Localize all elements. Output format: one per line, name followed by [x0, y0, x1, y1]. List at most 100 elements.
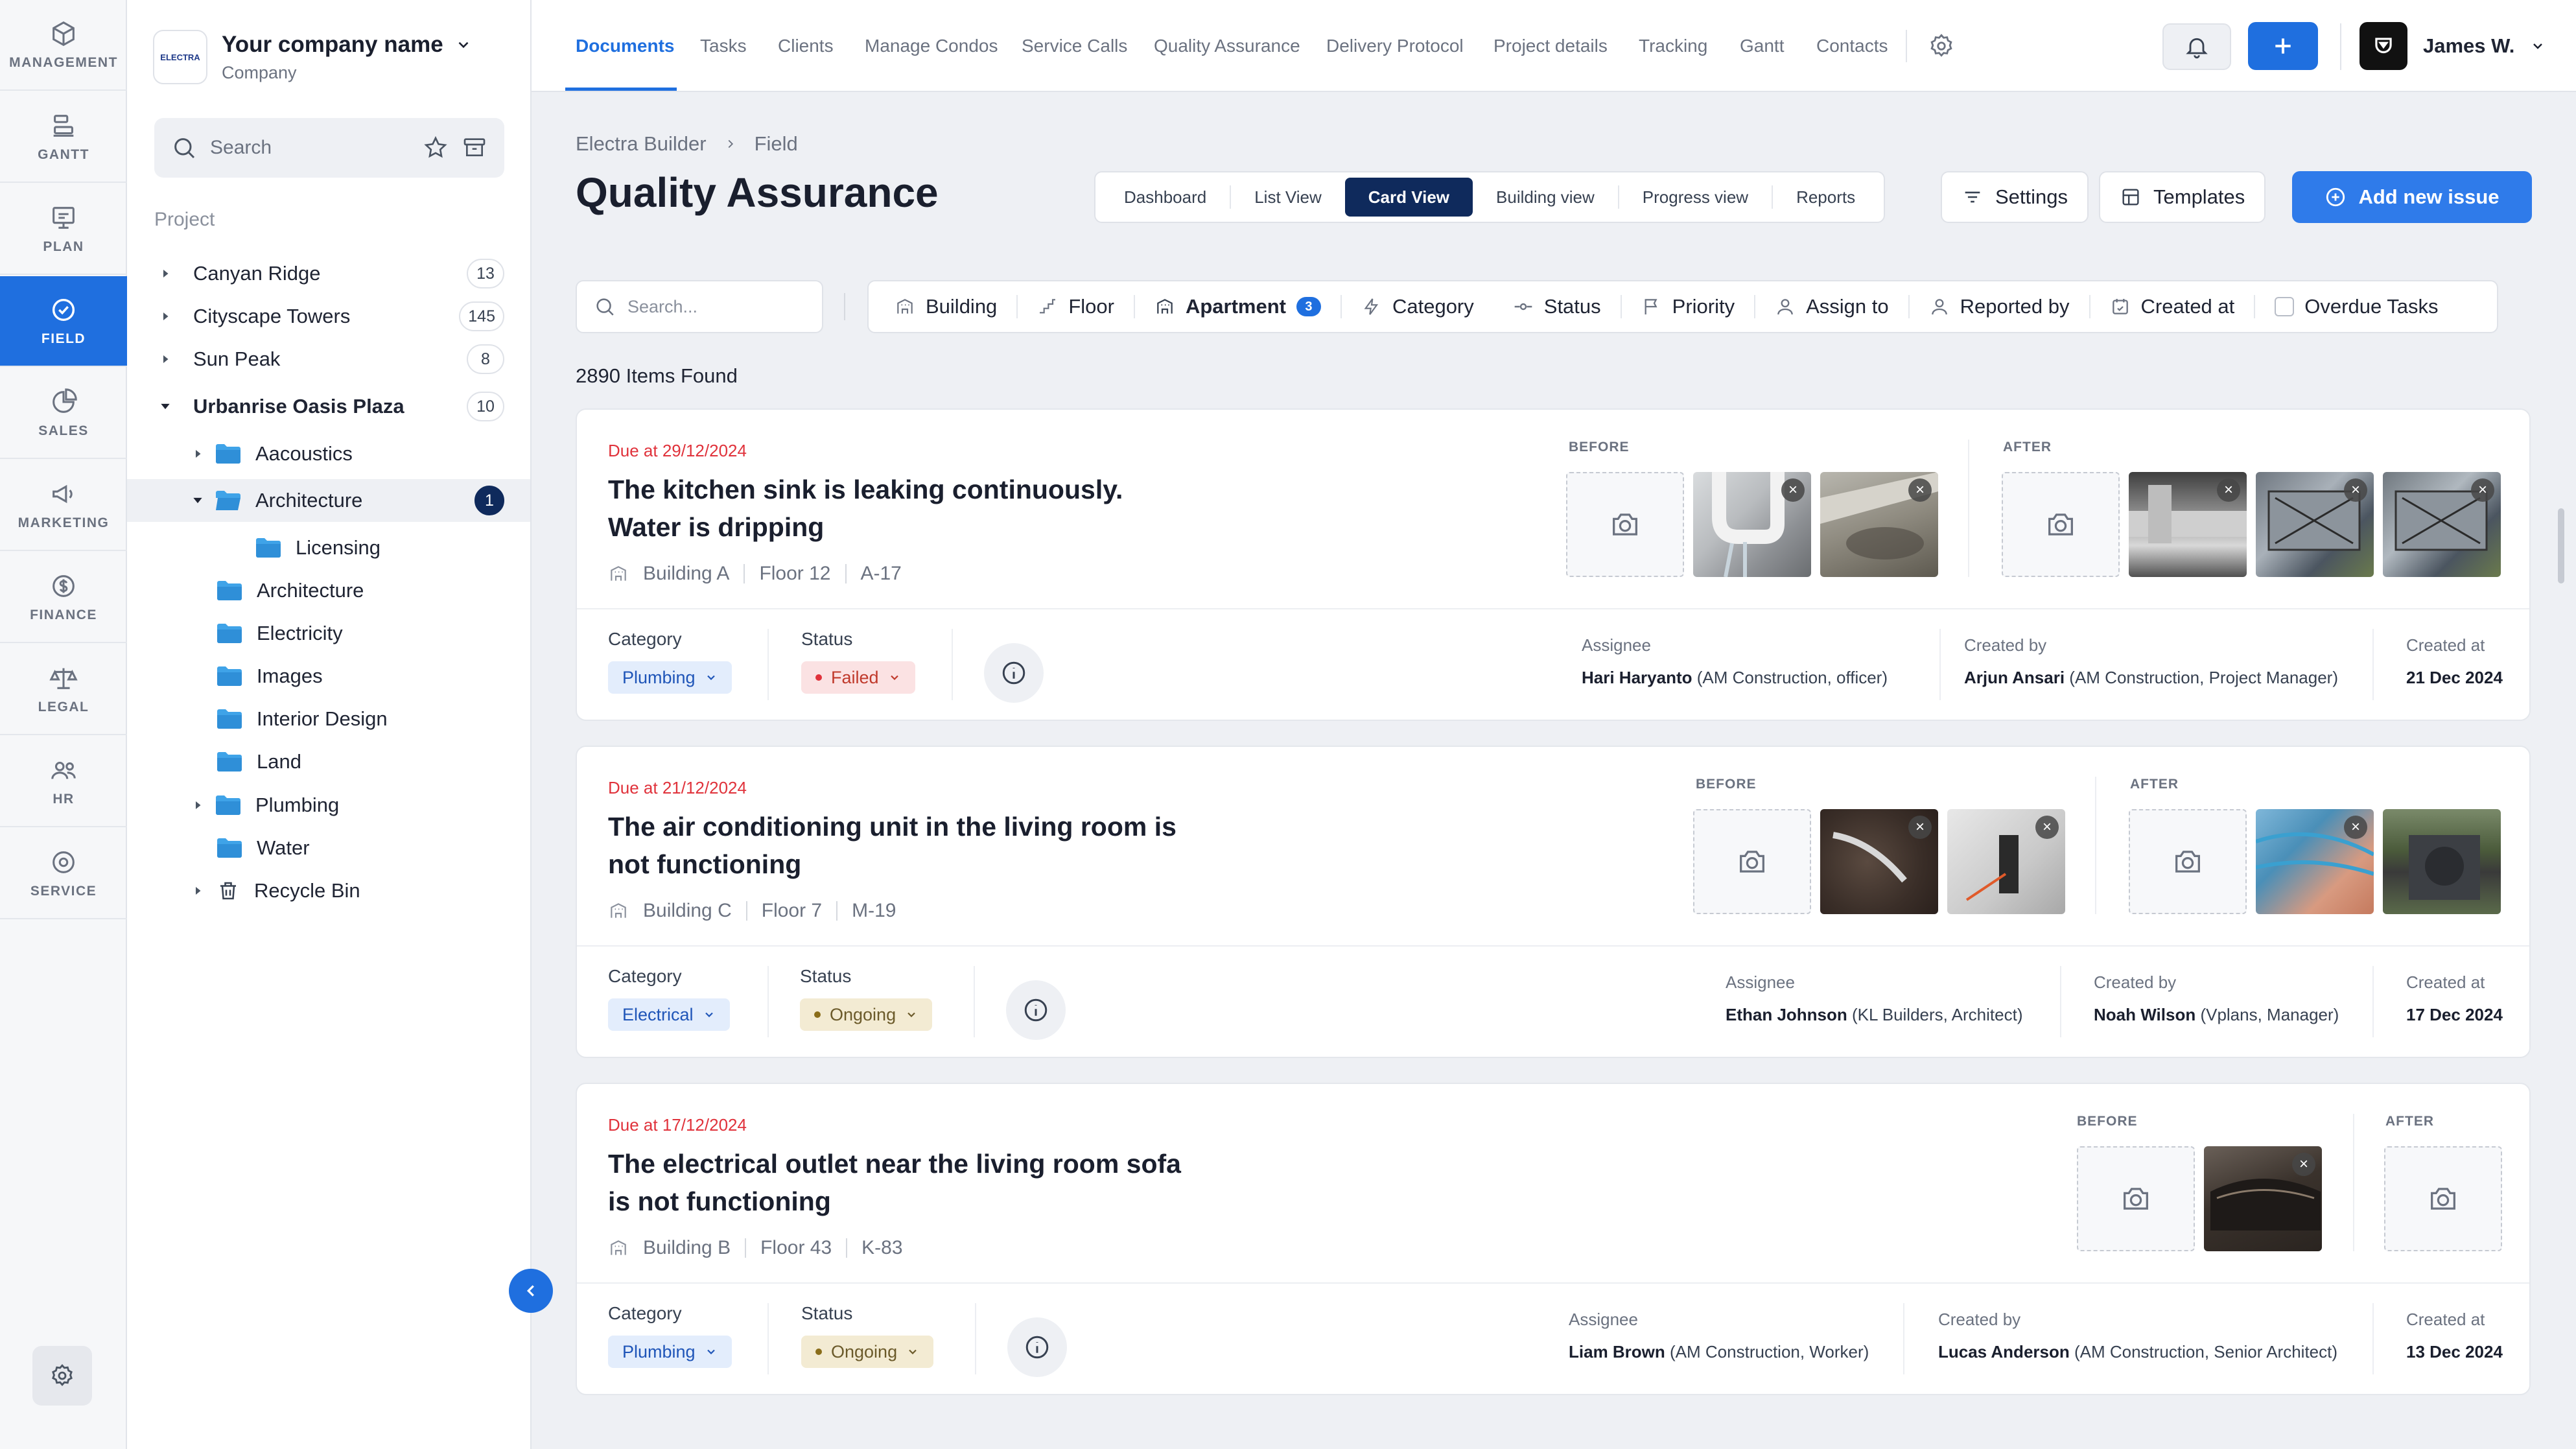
photo-thumbnail[interactable]: ×: [1693, 472, 1811, 577]
remove-photo-icon[interactable]: ×: [1781, 478, 1805, 502]
issue-title[interactable]: The air conditioning unit in the living …: [608, 808, 1191, 883]
photo-thumbnail[interactable]: [2383, 809, 2501, 914]
view-dashboard[interactable]: Dashboard: [1101, 178, 1230, 217]
add-photo-button[interactable]: [2129, 809, 2247, 914]
filter-apartment[interactable]: Apartment 3: [1135, 287, 1341, 326]
issue-search-input[interactable]: Search...: [576, 280, 823, 333]
issue-title[interactable]: The kitchen sink is leaking continuously…: [608, 471, 1191, 546]
folder-item[interactable]: Architecture: [127, 569, 530, 612]
notifications-button[interactable]: [2162, 23, 2231, 70]
tab-delivery-protocol[interactable]: Delivery Protocol: [1326, 0, 1464, 92]
remove-photo-icon[interactable]: ×: [2035, 816, 2059, 839]
issue-card[interactable]: Due at 21/12/2024 The air conditioning u…: [576, 746, 2531, 1058]
view-building[interactable]: Building view: [1473, 178, 1618, 217]
tab-documents[interactable]: Documents: [576, 0, 674, 92]
category-dropdown[interactable]: Plumbing: [608, 661, 732, 694]
user-menu[interactable]: James W.: [2359, 22, 2546, 70]
filter-reported-by[interactable]: Reported by: [1910, 287, 2089, 326]
recycle-bin-item[interactable]: Recycle Bin: [127, 869, 530, 912]
breadcrumb-item[interactable]: Electra Builder: [576, 132, 707, 156]
filter-created-at[interactable]: Created at: [2090, 287, 2254, 326]
info-button[interactable]: [1006, 980, 1066, 1040]
remove-photo-icon[interactable]: ×: [2471, 478, 2494, 502]
folder-item[interactable]: Electricity: [127, 612, 530, 655]
tab-quality-assurance[interactable]: Quality Assurance: [1154, 0, 1300, 92]
tab-tracking[interactable]: Tracking: [1639, 0, 1707, 92]
filter-assign-to[interactable]: Assign to: [1755, 287, 1908, 326]
photo-thumbnail[interactable]: ×: [2129, 472, 2247, 577]
add-photo-button[interactable]: [1566, 472, 1684, 577]
issue-title[interactable]: The electrical outlet near the living ro…: [608, 1145, 1191, 1220]
info-button[interactable]: [984, 643, 1044, 703]
filter-status[interactable]: Status: [1493, 287, 1621, 326]
tab-contacts[interactable]: Contacts: [1816, 0, 1888, 92]
add-photo-button[interactable]: [2077, 1146, 2195, 1251]
info-button[interactable]: [1007, 1317, 1067, 1377]
tab-tasks[interactable]: Tasks: [700, 0, 747, 92]
issue-card[interactable]: Due at 17/12/2024 The electrical outlet …: [576, 1083, 2531, 1395]
rail-item-sales[interactable]: SALES: [0, 368, 127, 459]
rail-item-marketing[interactable]: MARKETING: [0, 460, 127, 551]
remove-photo-icon[interactable]: ×: [2217, 478, 2240, 502]
rail-item-legal[interactable]: LEGAL: [0, 644, 127, 735]
view-list[interactable]: List View: [1231, 178, 1345, 217]
category-dropdown[interactable]: Plumbing: [608, 1336, 732, 1368]
project-item[interactable]: Cityscape Towers 145: [127, 295, 530, 338]
tab-gantt[interactable]: Gantt: [1740, 0, 1784, 92]
photo-thumbnail[interactable]: ×: [1820, 809, 1938, 914]
folder-item[interactable]: Land: [127, 740, 530, 783]
rail-settings-button[interactable]: [32, 1346, 92, 1406]
tab-service-calls[interactable]: Service Calls: [1022, 0, 1127, 92]
filter-building[interactable]: Building: [875, 287, 1016, 326]
folder-item[interactable]: Plumbing: [127, 784, 530, 827]
folder-item[interactable]: Aacoustics: [127, 432, 530, 475]
remove-photo-icon[interactable]: ×: [2344, 816, 2367, 839]
status-dropdown[interactable]: Ongoing: [801, 1336, 934, 1368]
photo-thumbnail[interactable]: ×: [2204, 1146, 2322, 1251]
project-item-expanded[interactable]: Urbanrise Oasis Plaza 10: [127, 385, 530, 428]
folder-item-selected[interactable]: Architecture 1: [127, 479, 530, 522]
project-item[interactable]: Sun Peak 8: [127, 338, 530, 381]
view-progress[interactable]: Progress view: [1619, 178, 1772, 217]
add-photo-button[interactable]: [2384, 1146, 2502, 1251]
remove-photo-icon[interactable]: ×: [1908, 478, 1932, 502]
collapse-sidebar-button[interactable]: [509, 1269, 553, 1313]
filter-category[interactable]: Category: [1342, 287, 1493, 326]
project-item[interactable]: Canyan Ridge 13: [127, 252, 530, 295]
photo-thumbnail[interactable]: ×: [2383, 472, 2501, 577]
add-photo-button[interactable]: [2002, 472, 2120, 577]
tab-project-details[interactable]: Project details: [1493, 0, 1608, 92]
company-switcher[interactable]: ELECTRA Your company name Company: [153, 30, 472, 84]
folder-item[interactable]: Images: [127, 655, 530, 698]
category-dropdown[interactable]: Electrical: [608, 998, 730, 1031]
rail-item-management[interactable]: MANAGEMENT: [0, 0, 127, 91]
folder-item[interactable]: Interior Design: [127, 698, 530, 740]
photo-thumbnail[interactable]: ×: [2256, 472, 2374, 577]
tab-settings[interactable]: [1928, 0, 1955, 92]
filter-floor[interactable]: Floor: [1018, 287, 1134, 326]
photo-thumbnail[interactable]: ×: [1947, 809, 2065, 914]
rail-item-field[interactable]: FIELD: [0, 276, 127, 367]
filter-overdue-tasks[interactable]: Overdue Tasks: [2255, 287, 2457, 326]
rail-item-hr[interactable]: HR: [0, 736, 127, 827]
remove-photo-icon[interactable]: ×: [2344, 478, 2367, 502]
view-reports[interactable]: Reports: [1773, 178, 1879, 217]
rail-item-service[interactable]: SERVICE: [0, 829, 127, 919]
add-photo-button[interactable]: [1693, 809, 1811, 914]
status-dropdown[interactable]: Failed: [801, 661, 915, 694]
tab-clients[interactable]: Clients: [778, 0, 834, 92]
rail-item-finance[interactable]: FINANCE: [0, 552, 127, 643]
remove-photo-icon[interactable]: ×: [2292, 1153, 2315, 1176]
star-icon[interactable]: [423, 135, 449, 161]
photo-thumbnail[interactable]: ×: [1820, 472, 1938, 577]
rail-item-plan[interactable]: PLAN: [0, 184, 127, 275]
rail-item-gantt[interactable]: GANTT: [0, 92, 127, 183]
archive-icon[interactable]: [462, 135, 487, 161]
overdue-checkbox[interactable]: [2275, 297, 2295, 316]
remove-photo-icon[interactable]: ×: [1908, 816, 1932, 839]
templates-button[interactable]: Templates: [2099, 171, 2266, 223]
filter-priority[interactable]: Priority: [1622, 287, 1754, 326]
photo-thumbnail[interactable]: ×: [2256, 809, 2374, 914]
view-card[interactable]: Card View: [1344, 178, 1473, 217]
status-dropdown[interactable]: Ongoing: [800, 998, 933, 1031]
